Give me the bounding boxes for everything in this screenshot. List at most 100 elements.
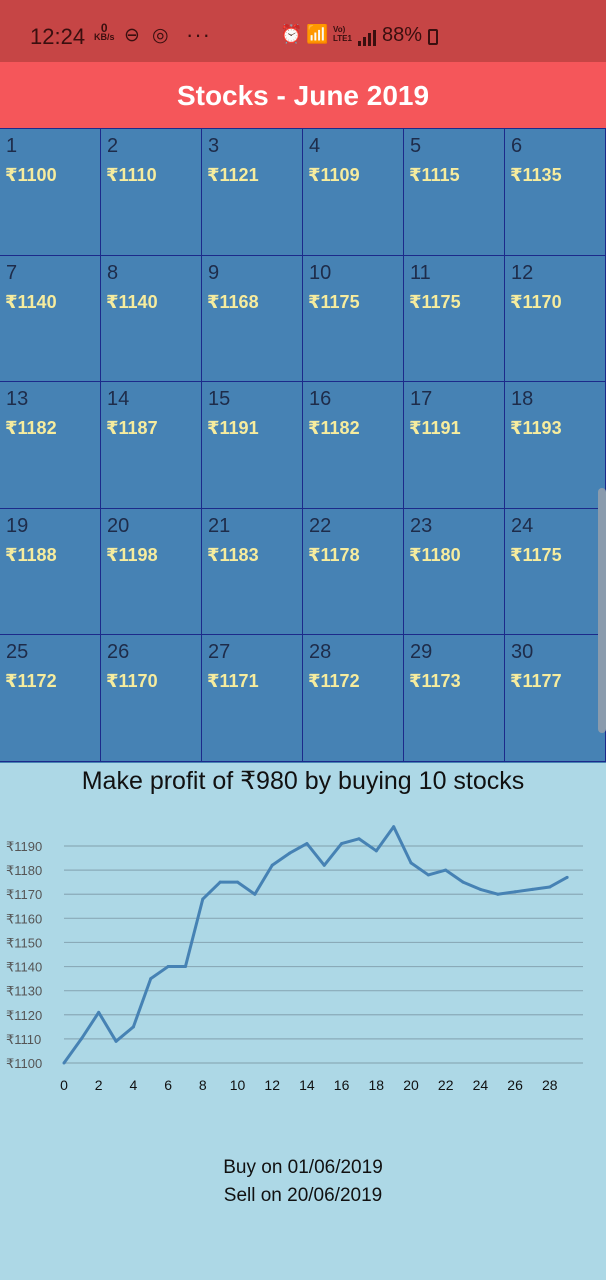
- day-cell[interactable]: 24 ₹1175: [505, 508, 606, 636]
- day-price: ₹1140: [5, 291, 57, 312]
- day-cell[interactable]: 5 ₹1115: [404, 129, 505, 256]
- day-cell[interactable]: 29 ₹1173: [404, 635, 505, 762]
- day-price: ₹1115: [409, 165, 460, 185]
- data-point: [131, 1025, 135, 1029]
- data-point: [288, 851, 292, 855]
- status-bar: 12:24 0 KB/s ⊖ ◎ ··· ⏰ 📶 Vo) LTE1 88%: [0, 0, 606, 62]
- day-number: 2: [107, 135, 119, 157]
- day-number: 7: [6, 261, 18, 284]
- status-time: 12:24: [30, 24, 86, 49]
- day-price: ₹1180: [409, 544, 461, 565]
- x-tick-label: 18: [369, 1077, 385, 1093]
- day-number: 16: [309, 388, 332, 411]
- day-number: 14: [107, 388, 130, 411]
- day-cell[interactable]: 15 ₹1191: [202, 382, 303, 509]
- day-cell[interactable]: 10 ₹1175: [303, 255, 404, 383]
- day-cell[interactable]: 30 ₹1177: [505, 635, 606, 762]
- day-cell[interactable]: 3 ₹1121: [202, 129, 303, 256]
- day-cell[interactable]: 21 ₹1183: [202, 508, 303, 636]
- data-point: [183, 965, 187, 969]
- day-cell[interactable]: 9 ₹1168: [202, 255, 303, 383]
- buy-date: Buy on 01/06/2019: [223, 1157, 383, 1178]
- x-tick-label: 26: [507, 1077, 523, 1093]
- sell-date: Sell on 20/06/2019: [223, 1185, 383, 1206]
- day-cell[interactable]: 22 ₹1178: [303, 508, 404, 636]
- day-cell[interactable]: 4 ₹1109: [303, 129, 404, 256]
- x-tick-label: 6: [164, 1077, 172, 1093]
- day-number: 29: [410, 641, 433, 664]
- day-price: ₹1175: [308, 291, 360, 312]
- day-price: ₹1187: [106, 418, 158, 439]
- day-number: 5: [410, 135, 422, 157]
- x-tick-label: 2: [95, 1077, 103, 1093]
- do-not-disturb-icon: ⊖: [124, 25, 140, 46]
- day-number: 17: [410, 388, 433, 411]
- day-cell[interactable]: 13 ₹1182: [0, 382, 101, 509]
- day-number: 3: [208, 135, 220, 157]
- y-tick-label: ₹1150: [6, 935, 42, 950]
- day-number: 20: [107, 514, 130, 537]
- day-cell[interactable]: 6 ₹1135: [505, 129, 606, 256]
- day-cell[interactable]: 26 ₹1170: [101, 635, 202, 762]
- day-cell[interactable]: 16 ₹1182: [303, 382, 404, 509]
- day-cell[interactable]: 19 ₹1188: [0, 508, 101, 636]
- y-tick-label: ₹1160: [6, 911, 42, 926]
- day-price: ₹1188: [5, 544, 57, 565]
- day-price: ₹1170: [106, 671, 158, 692]
- data-point: [149, 977, 153, 981]
- data-point: [270, 863, 274, 867]
- day-price: ₹1178: [308, 544, 360, 565]
- data-point: [530, 887, 534, 891]
- data-point: [236, 880, 239, 884]
- data-point: [444, 868, 448, 872]
- lte-label: Vo) LTE1: [333, 25, 352, 43]
- day-price: ₹1110: [106, 165, 157, 185]
- sync-icon: ◎: [152, 25, 169, 46]
- day-cell[interactable]: 12 ₹1170: [505, 255, 606, 383]
- day-cell[interactable]: 14 ₹1187: [101, 382, 202, 509]
- day-cell[interactable]: 2 ₹1110: [101, 129, 202, 256]
- day-price: ₹1173: [409, 671, 461, 692]
- day-price: ₹1193: [510, 418, 562, 439]
- data-point: [496, 892, 500, 896]
- more-notifications-icon: ···: [186, 22, 211, 47]
- day-price: ₹1182: [308, 418, 360, 439]
- day-price: ₹1172: [5, 671, 57, 692]
- profit-summary: Make profit of ₹980 by buying 10 stocks: [81, 767, 525, 795]
- day-cell[interactable]: 17 ₹1191: [404, 382, 505, 509]
- day-number: 28: [309, 641, 332, 664]
- day-number: 8: [107, 261, 119, 284]
- day-number: 6: [511, 135, 523, 157]
- day-price: ₹1168: [207, 291, 259, 312]
- day-cell[interactable]: 8 ₹1140: [101, 255, 202, 383]
- data-point: [114, 1039, 118, 1043]
- day-cell[interactable]: 27 ₹1171: [202, 635, 303, 762]
- x-tick-label: 14: [299, 1077, 315, 1093]
- day-cell[interactable]: 18 ₹1193: [505, 382, 606, 509]
- day-cell[interactable]: 11 ₹1175: [404, 255, 505, 383]
- day-cell[interactable]: 28 ₹1172: [303, 635, 404, 762]
- day-number: 22: [309, 514, 332, 537]
- day-price: ₹1191: [409, 418, 461, 439]
- data-point: [201, 897, 205, 901]
- day-cell[interactable]: 20 ₹1198: [101, 508, 202, 636]
- y-tick-label: ₹1110: [6, 1032, 41, 1047]
- data-point: [166, 965, 170, 969]
- day-cell[interactable]: 1 ₹1100: [0, 129, 101, 256]
- x-tick-label: 20: [403, 1077, 419, 1093]
- alarm-icon: ⏰: [280, 24, 303, 44]
- y-tick-label: ₹1100: [6, 1056, 42, 1071]
- data-point: [548, 885, 552, 889]
- y-tick-label: ₹1170: [6, 887, 42, 902]
- day-cell[interactable]: 7 ₹1140: [0, 255, 101, 383]
- x-tick-label: 24: [473, 1077, 489, 1093]
- day-price: ₹1171: [207, 671, 259, 692]
- price-chart: ₹1100 ₹1110 ₹1120 ₹1130 ₹1140 ₹1150 ₹1160 ₹1170…: [6, 825, 583, 1093]
- day-number: 4: [309, 135, 321, 157]
- scrollbar[interactable]: [598, 488, 606, 733]
- day-cell[interactable]: 23 ₹1180: [404, 508, 505, 636]
- data-point: [79, 1037, 83, 1041]
- day-cell[interactable]: 25 ₹1172: [0, 635, 101, 762]
- day-number: 24: [511, 514, 534, 537]
- data-point: [322, 863, 326, 867]
